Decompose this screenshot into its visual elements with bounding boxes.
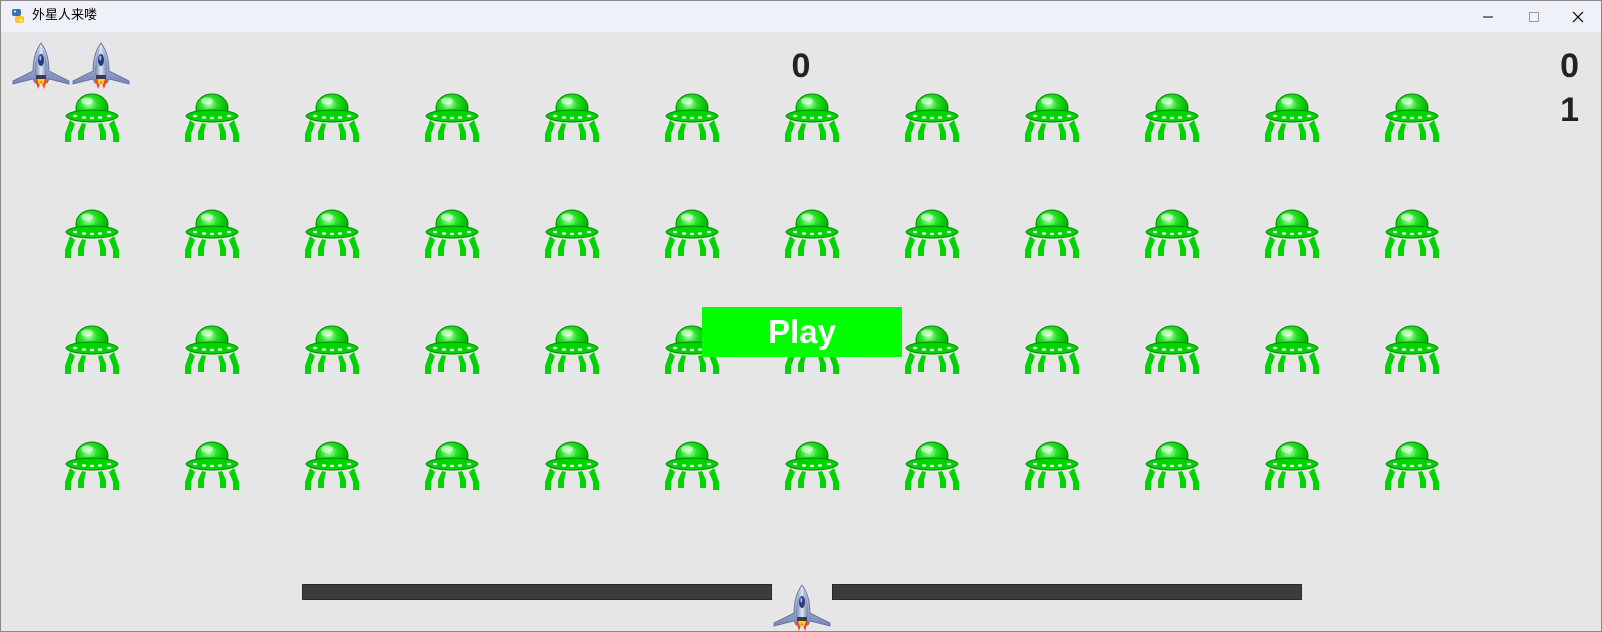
alien-ship-icon [1262,202,1322,262]
alien-ship-icon [62,318,122,378]
close-button[interactable] [1555,1,1601,32]
play-button[interactable]: Play [702,307,902,357]
alien-ship-icon [1262,434,1322,494]
python-snake-icon [12,9,24,23]
alien-ship-icon [662,202,722,262]
level: 1 [1560,91,1579,129]
window-title: 外星人来喽 [32,8,98,23]
alien-ship-icon [902,86,962,146]
alien-ship-icon [902,434,962,494]
maximize-icon [1529,11,1539,22]
bunker-right [832,584,1302,600]
alien-ship-icon [182,202,242,262]
title-bar: 外星人来喽 [1,1,1601,33]
alien-ship-icon [1142,202,1202,262]
alien-ship-icon [182,86,242,146]
life-ship-icon [11,41,71,89]
alien-ship-icon [782,434,842,494]
alien-ship-icon [1382,434,1442,494]
alien-ship-icon [62,434,122,494]
alien-ship-icon [1382,318,1442,378]
alien-ship-icon [1382,86,1442,146]
alien-ship-icon [542,434,602,494]
alien-ship-icon [1022,86,1082,146]
alien-ship-icon [1022,434,1082,494]
alien-ship-icon [182,434,242,494]
player-ship-icon [772,583,832,631]
alien-ship-icon [422,86,482,146]
alien-ship-icon [1142,86,1202,146]
alien-ship-icon [542,318,602,378]
alien-ship-icon [902,318,962,378]
high-score: 0 [1560,47,1579,85]
alien-ship-icon [662,434,722,494]
life-ship-icon [71,41,131,89]
alien-ship-icon [1022,202,1082,262]
alien-ship-icon [902,202,962,262]
alien-ship-icon [302,318,362,378]
alien-ship-icon [782,202,842,262]
game-window: 外星人来喽 0 0 1 Play [0,0,1602,632]
alien-ship-icon [542,86,602,146]
alien-ship-icon [782,86,842,146]
alien-ship-icon [662,86,722,146]
alien-ship-icon [1142,318,1202,378]
alien-ship-icon [1382,202,1442,262]
close-icon [1572,11,1584,22]
alien-ship-icon [1262,86,1322,146]
bunker-left [302,584,772,600]
score: 0 [791,47,811,85]
alien-ship-icon [1022,318,1082,378]
maximize-button[interactable] [1511,1,1557,32]
alien-ship-icon [422,434,482,494]
alien-ship-icon [302,434,362,494]
alien-ship-icon [182,318,242,378]
alien-ship-icon [1262,318,1322,378]
alien-ship-icon [422,202,482,262]
alien-ship-icon [1142,434,1202,494]
alien-ship-icon [542,202,602,262]
alien-ship-icon [62,86,122,146]
minimize-icon [1483,16,1493,17]
game-canvas: 0 0 1 Play [1,33,1601,631]
alien-ship-icon [422,318,482,378]
minimize-button[interactable] [1465,1,1511,32]
alien-ship-icon [302,86,362,146]
alien-ship-icon [302,202,362,262]
alien-ship-icon [62,202,122,262]
